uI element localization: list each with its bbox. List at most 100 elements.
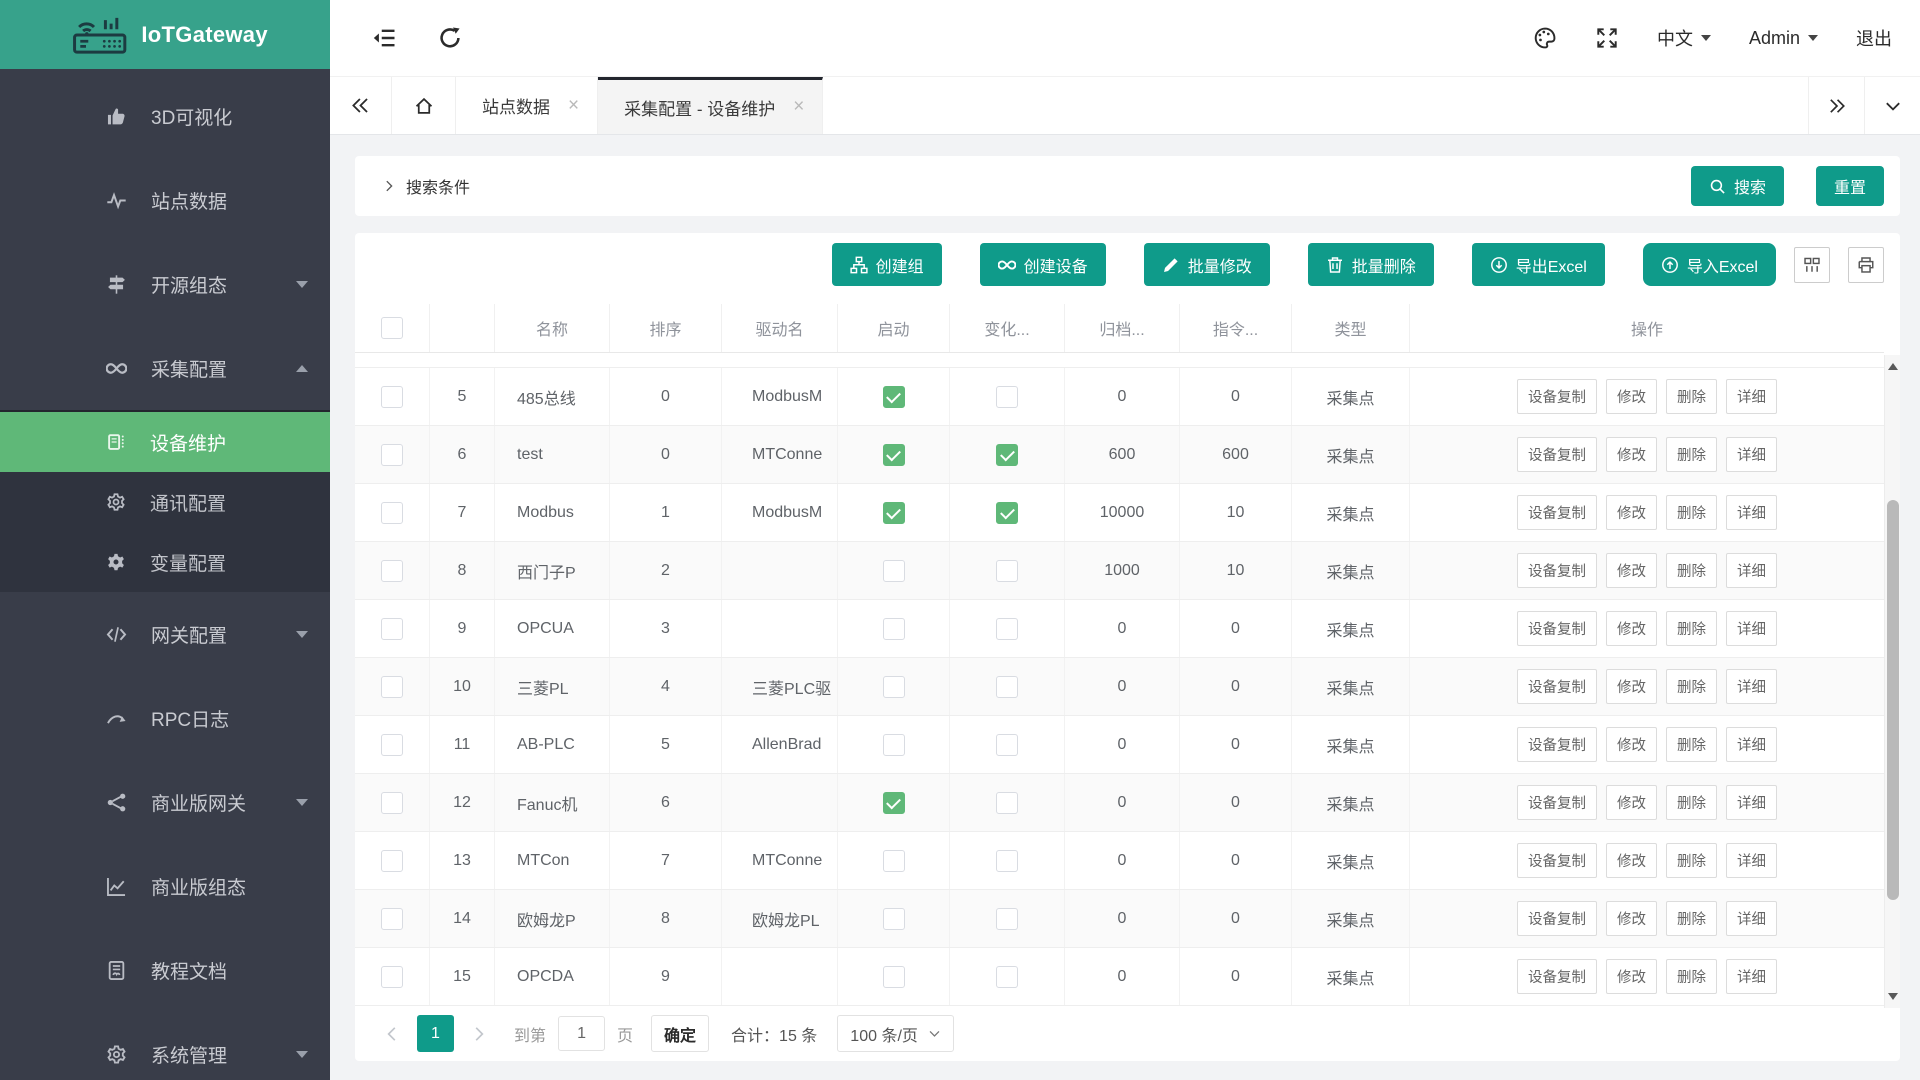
delete-button[interactable]: 删除 xyxy=(1666,611,1717,646)
current-page-button[interactable]: 1 xyxy=(417,1015,454,1052)
sidebar-subitem[interactable]: 设备维护 xyxy=(0,412,330,472)
modify-button[interactable]: 修改 xyxy=(1606,901,1657,936)
logout-button[interactable]: 退出 xyxy=(1856,25,1892,51)
search-button[interactable]: 搜索 xyxy=(1690,166,1784,206)
language-dropdown[interactable]: 中文 xyxy=(1657,25,1711,51)
delete-button[interactable]: 删除 xyxy=(1666,437,1717,472)
copy-device-button[interactable]: 设备复制 xyxy=(1517,611,1597,646)
delete-button[interactable]: 删除 xyxy=(1666,495,1717,530)
change-upload-checkbox[interactable] xyxy=(996,501,1018,524)
copy-device-button[interactable]: 设备复制 xyxy=(1517,727,1597,762)
start-checkbox[interactable] xyxy=(882,849,905,872)
detail-button[interactable]: 详细 xyxy=(1726,379,1777,414)
delete-button[interactable]: 删除 xyxy=(1666,379,1717,414)
change-upload-checkbox[interactable] xyxy=(996,675,1018,698)
detail-button[interactable]: 详细 xyxy=(1726,785,1777,820)
sidebar-item[interactable]: 商业版网关 xyxy=(0,760,330,844)
sidebar-item[interactable]: 教程文档 xyxy=(0,928,330,1012)
toolbar-button[interactable]: 导出Excel xyxy=(1471,243,1605,286)
row-select-checkbox[interactable] xyxy=(381,443,403,466)
toolbar-button[interactable]: 批量删除 xyxy=(1307,243,1434,286)
change-upload-checkbox[interactable] xyxy=(996,791,1018,814)
modify-button[interactable]: 修改 xyxy=(1606,437,1657,472)
start-checkbox[interactable] xyxy=(882,617,905,640)
page-size-select[interactable]: 100 条/页 xyxy=(837,1015,954,1052)
detail-button[interactable]: 详细 xyxy=(1726,495,1777,530)
tabs-menu-button[interactable] xyxy=(1864,77,1920,134)
toolbar-button[interactable]: 创建设备 xyxy=(979,243,1106,286)
copy-device-button[interactable]: 设备复制 xyxy=(1517,843,1597,878)
select-all-checkbox[interactable] xyxy=(381,317,403,339)
start-checkbox[interactable] xyxy=(882,443,905,466)
row-select-checkbox[interactable] xyxy=(381,733,403,756)
detail-button[interactable]: 详细 xyxy=(1726,959,1777,994)
detail-button[interactable]: 详细 xyxy=(1726,553,1777,588)
sidebar-item[interactable]: 开源组态 xyxy=(0,242,330,326)
detail-button[interactable]: 详细 xyxy=(1726,611,1777,646)
row-select-checkbox[interactable] xyxy=(381,849,403,872)
modify-button[interactable]: 修改 xyxy=(1606,379,1657,414)
collapse-icon[interactable] xyxy=(372,26,396,50)
start-checkbox[interactable] xyxy=(882,559,905,582)
sidebar-item[interactable]: 商业版组态 xyxy=(0,844,330,928)
row-select-checkbox[interactable] xyxy=(381,791,403,814)
detail-button[interactable]: 详细 xyxy=(1726,727,1777,762)
change-upload-checkbox[interactable] xyxy=(996,965,1018,988)
start-checkbox[interactable] xyxy=(882,385,905,408)
change-upload-checkbox[interactable] xyxy=(996,443,1018,466)
row-select-checkbox[interactable] xyxy=(381,965,403,988)
detail-button[interactable]: 详细 xyxy=(1726,901,1777,936)
tab-device-maintenance[interactable]: 采集配置 - 设备维护 × xyxy=(598,77,824,134)
goto-confirm-button[interactable]: 确定 xyxy=(651,1015,710,1052)
scroll-down-arrow-icon[interactable] xyxy=(1888,993,1898,1000)
search-condition-toggle[interactable]: 搜索条件 xyxy=(382,174,470,198)
prev-page-button[interactable] xyxy=(383,1025,401,1043)
copy-device-button[interactable]: 设备复制 xyxy=(1517,379,1597,414)
copy-device-button[interactable]: 设备复制 xyxy=(1517,553,1597,588)
copy-device-button[interactable]: 设备复制 xyxy=(1517,437,1597,472)
sidebar-item[interactable]: 采集配置 xyxy=(0,326,330,410)
user-dropdown[interactable]: Admin xyxy=(1749,28,1818,49)
change-upload-checkbox[interactable] xyxy=(996,907,1018,930)
scroll-up-arrow-icon[interactable] xyxy=(1888,363,1898,370)
close-icon[interactable]: × xyxy=(793,96,804,118)
delete-button[interactable]: 删除 xyxy=(1666,843,1717,878)
start-checkbox[interactable] xyxy=(882,675,905,698)
copy-device-button[interactable]: 设备复制 xyxy=(1517,959,1597,994)
row-select-checkbox[interactable] xyxy=(381,385,403,408)
close-icon[interactable]: × xyxy=(568,95,579,117)
delete-button[interactable]: 删除 xyxy=(1666,669,1717,704)
reset-button[interactable]: 重置 xyxy=(1815,166,1884,206)
copy-device-button[interactable]: 设备复制 xyxy=(1517,495,1597,530)
sidebar-subitem[interactable]: 通讯配置 xyxy=(0,472,330,532)
row-select-checkbox[interactable] xyxy=(381,559,403,582)
modify-button[interactable]: 修改 xyxy=(1606,495,1657,530)
palette-icon[interactable] xyxy=(1533,26,1557,50)
delete-button[interactable]: 删除 xyxy=(1666,785,1717,820)
delete-button[interactable]: 删除 xyxy=(1666,553,1717,588)
copy-device-button[interactable]: 设备复制 xyxy=(1517,901,1597,936)
copy-device-button[interactable]: 设备复制 xyxy=(1517,785,1597,820)
print-button[interactable] xyxy=(1848,246,1884,283)
sidebar-item[interactable]: 3D可视化 xyxy=(0,74,330,158)
sidebar-item[interactable]: 系统管理 xyxy=(0,1012,330,1080)
row-select-checkbox[interactable] xyxy=(381,501,403,524)
sidebar-item[interactable]: 网关配置 xyxy=(0,592,330,676)
detail-button[interactable]: 详细 xyxy=(1726,843,1777,878)
copy-device-button[interactable]: 设备复制 xyxy=(1517,669,1597,704)
delete-button[interactable]: 删除 xyxy=(1666,901,1717,936)
delete-button[interactable]: 删除 xyxy=(1666,727,1717,762)
home-tab-button[interactable] xyxy=(392,77,456,134)
modify-button[interactable]: 修改 xyxy=(1606,553,1657,588)
modify-button[interactable]: 修改 xyxy=(1606,727,1657,762)
start-checkbox[interactable] xyxy=(882,965,905,988)
detail-button[interactable]: 详细 xyxy=(1726,437,1777,472)
scrollbar-thumb[interactable] xyxy=(1887,500,1899,900)
modify-button[interactable]: 修改 xyxy=(1606,785,1657,820)
row-select-checkbox[interactable] xyxy=(381,617,403,640)
toolbar-button[interactable]: 创建组 xyxy=(831,243,942,286)
change-upload-checkbox[interactable] xyxy=(996,385,1018,408)
toolbar-button[interactable]: 导入Excel xyxy=(1642,243,1776,286)
tabs-scroll-right-button[interactable] xyxy=(1808,77,1864,134)
row-select-checkbox[interactable] xyxy=(381,907,403,930)
